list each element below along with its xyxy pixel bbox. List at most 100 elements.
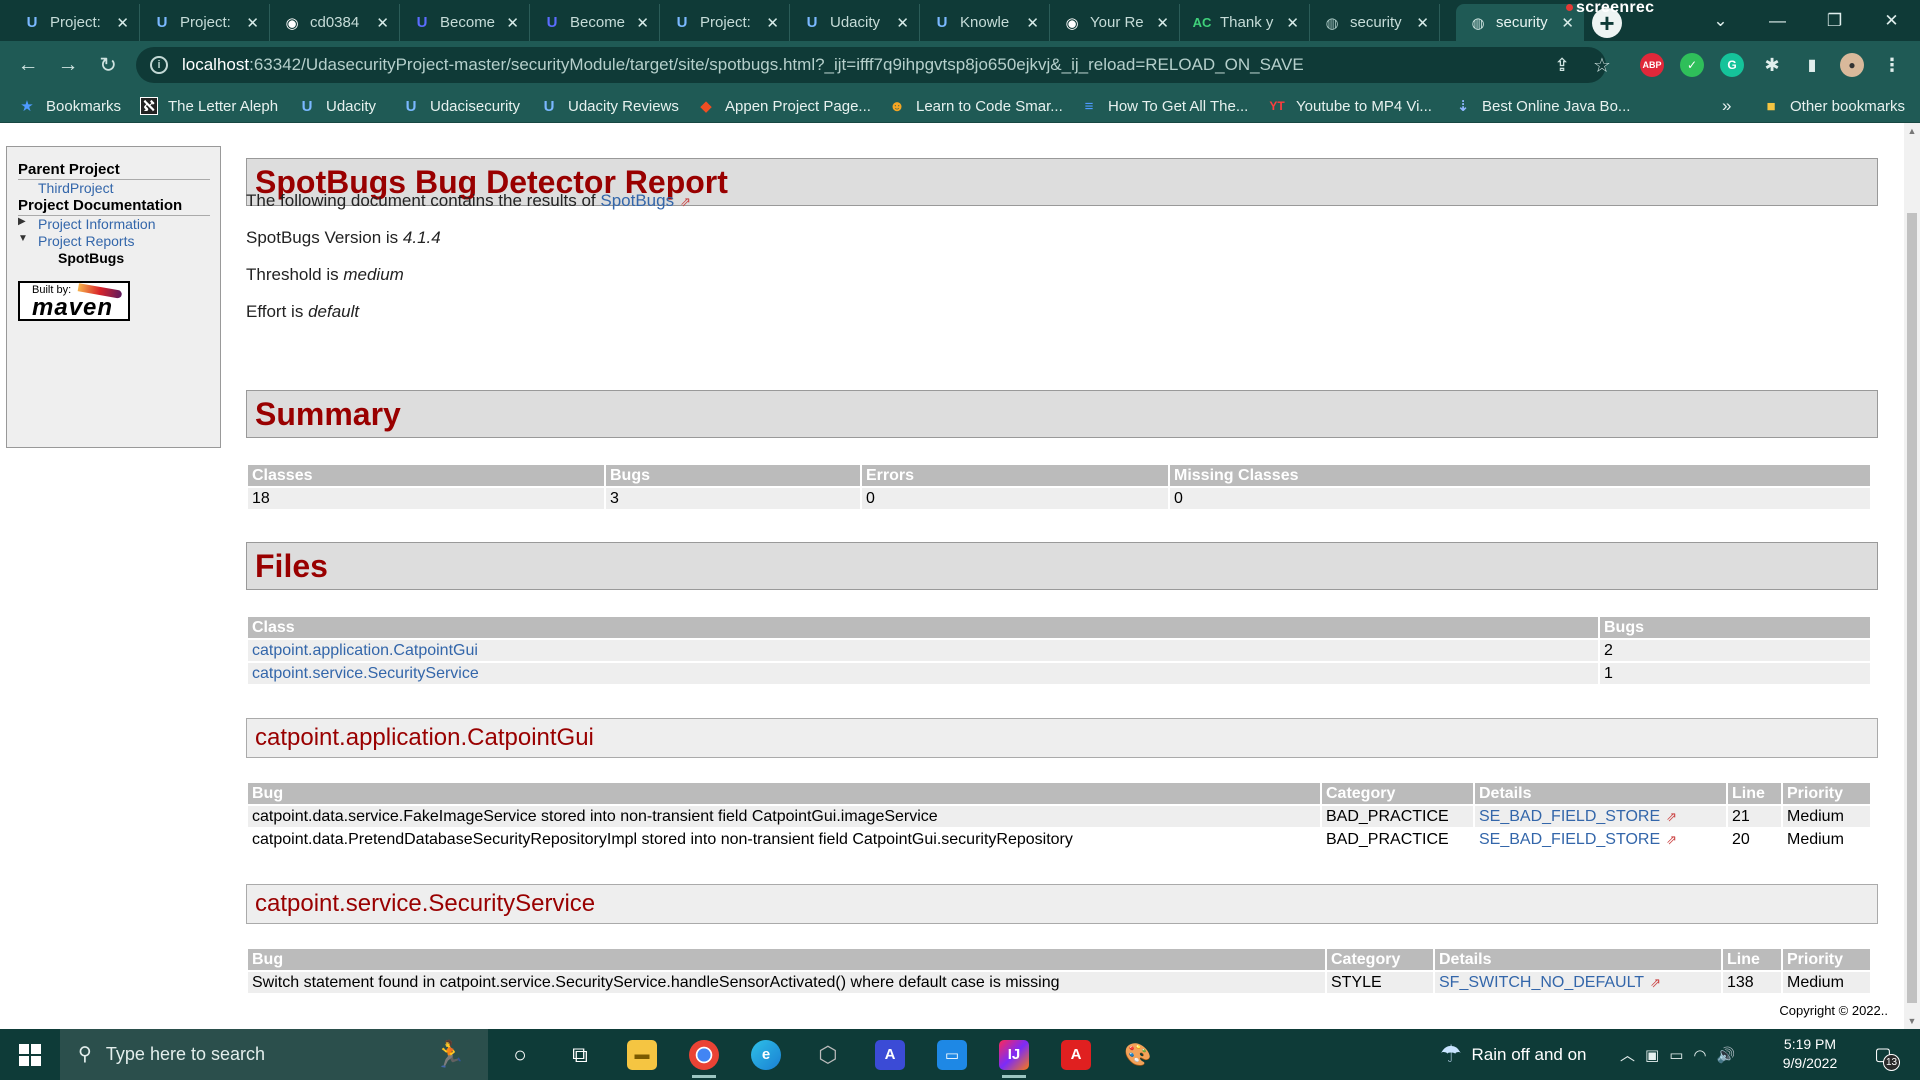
minimize-button[interactable]: — bbox=[1749, 0, 1806, 41]
task-view-icon[interactable]: ⧉ bbox=[550, 1029, 610, 1080]
built-by-maven-logo[interactable]: Built by: maven bbox=[18, 281, 130, 321]
close-tab-icon[interactable]: ✕ bbox=[1286, 14, 1299, 32]
close-tab-icon[interactable]: ✕ bbox=[1416, 14, 1429, 32]
intellij-icon[interactable]: IJ bbox=[984, 1029, 1044, 1080]
battery-icon[interactable]: ▭ bbox=[1669, 1046, 1683, 1064]
reload-icon[interactable]: ↻ bbox=[90, 47, 126, 83]
address-bar[interactable]: i localhost:63342/UdasecurityProject-mas… bbox=[136, 47, 1606, 83]
bookmark-item[interactable]: U Udacisecurity bbox=[402, 95, 520, 117]
close-tab-icon[interactable]: ✕ bbox=[766, 14, 779, 32]
bookmark-item[interactable]: ≡ How To Get All The... bbox=[1080, 95, 1249, 117]
browser-menu-icon[interactable]: ⋮ bbox=[1880, 53, 1904, 77]
cortana-icon[interactable]: ○ bbox=[490, 1029, 550, 1080]
close-tab-icon[interactable]: ✕ bbox=[376, 14, 389, 32]
extensions-puzzle-icon[interactable]: ✱ bbox=[1760, 53, 1784, 77]
files-table: Class Bugs catpoint.application.Catpoint… bbox=[246, 615, 1872, 686]
browser-tab[interactable]: U Become ✕ bbox=[530, 4, 660, 41]
side-panel-icon[interactable]: ▮ bbox=[1800, 53, 1824, 77]
browser-tab[interactable]: U Become ✕ bbox=[400, 4, 530, 41]
expand-triangle-icon[interactable]: ▶ bbox=[18, 216, 26, 227]
browser-tab[interactable]: AC Thank y ✕ bbox=[1180, 4, 1310, 41]
bookmark-item[interactable]: ⇣ Best Online Java Bo... bbox=[1454, 95, 1631, 117]
edge-icon[interactable]: e bbox=[736, 1029, 796, 1080]
bookmark-item[interactable]: ★ Bookmarks bbox=[18, 95, 121, 117]
close-tab-icon[interactable]: ✕ bbox=[1026, 14, 1039, 32]
nav-link-project-information[interactable]: Project Information bbox=[18, 216, 210, 233]
start-button[interactable] bbox=[0, 1029, 60, 1080]
site-info-icon[interactable]: i bbox=[150, 56, 168, 74]
browser-tab[interactable]: U Project: ✕ bbox=[140, 4, 270, 41]
bookmark-item[interactable]: ◆ Appen Project Page... bbox=[697, 95, 871, 117]
grammarly-icon[interactable]: G bbox=[1720, 53, 1744, 77]
browser-tab[interactable]: U Project: ✕ bbox=[10, 4, 140, 41]
app-ai-icon[interactable]: A bbox=[860, 1029, 920, 1080]
close-window-button[interactable]: ✕ bbox=[1863, 0, 1920, 41]
browser-tab-active[interactable]: ◍ security ✕ bbox=[1456, 4, 1584, 41]
bookmark-star-icon[interactable]: ☆ bbox=[1590, 53, 1614, 77]
close-tab-icon[interactable]: ✕ bbox=[506, 14, 519, 32]
bookmark-item[interactable]: ☻ Learn to Code Smar... bbox=[888, 95, 1063, 117]
app-hexagon-icon[interactable]: ⬡ bbox=[798, 1029, 858, 1080]
scroll-up-arrow-icon[interactable]: ▲ bbox=[1904, 123, 1920, 139]
weather-widget[interactable]: ☂ Rain off and on bbox=[1440, 1029, 1587, 1080]
spotbugs-link[interactable]: SpotBugs bbox=[600, 191, 674, 210]
wifi-icon[interactable]: ◠ bbox=[1693, 1046, 1706, 1064]
forward-arrow-icon[interactable]: → bbox=[50, 47, 86, 83]
volume-icon[interactable]: 🔊 bbox=[1716, 1046, 1735, 1064]
external-link-icon: ⇗ bbox=[680, 194, 692, 209]
table-cell: BAD_PRACTICE bbox=[1322, 806, 1473, 827]
restore-button[interactable]: ❐ bbox=[1806, 0, 1863, 41]
shield-extension-icon[interactable]: ✓ bbox=[1680, 53, 1704, 77]
close-tab-icon[interactable]: ✕ bbox=[116, 14, 129, 32]
notification-center-button[interactable]: ▢ 13 bbox=[1868, 1039, 1900, 1071]
share-icon[interactable]: ⇪ bbox=[1550, 53, 1574, 77]
tab-search-chevron-icon[interactable]: ⌄ bbox=[1692, 0, 1749, 41]
scroll-down-arrow-icon[interactable]: ▼ bbox=[1904, 1013, 1920, 1029]
profile-avatar[interactable]: ● bbox=[1840, 53, 1864, 77]
bug-detail-link[interactable]: SF_SWITCH_NO_DEFAULT bbox=[1439, 974, 1644, 991]
adblock-plus-icon[interactable]: ABP bbox=[1640, 53, 1664, 77]
close-tab-icon[interactable]: ✕ bbox=[246, 14, 259, 32]
bookmark-item[interactable]: U Udacity Reviews bbox=[540, 95, 679, 117]
other-bookmarks-folder[interactable]: ■ Other bookmarks bbox=[1762, 95, 1905, 117]
column-header: Bug bbox=[248, 783, 1320, 804]
nav-link-parent-project[interactable]: ThirdProject bbox=[18, 180, 210, 197]
browser-tab[interactable]: ◉ cd0384 ✕ bbox=[270, 4, 400, 41]
taskbar-clock[interactable]: 5:19 PM 9/9/2022 bbox=[1760, 1035, 1860, 1073]
close-tab-icon[interactable]: ✕ bbox=[896, 14, 909, 32]
close-tab-icon[interactable]: ✕ bbox=[636, 14, 649, 32]
class-link-catpointgui[interactable]: catpoint.application.CatpointGui bbox=[252, 642, 478, 659]
scrollbar-thumb[interactable] bbox=[1907, 213, 1917, 1003]
browser-tab[interactable]: ◍ security ✕ bbox=[1310, 4, 1440, 41]
browser-tab[interactable]: U Knowle ✕ bbox=[920, 4, 1050, 41]
bug-detail-link[interactable]: SE_BAD_FIELD_STORE bbox=[1479, 831, 1660, 848]
app-display-icon[interactable]: ▭ bbox=[922, 1029, 982, 1080]
close-tab-icon[interactable]: ✕ bbox=[1561, 14, 1574, 32]
bookmark-item[interactable]: ℵ The Letter Aleph bbox=[140, 95, 278, 117]
collapse-triangle-icon[interactable]: ▼ bbox=[18, 233, 28, 244]
nav-link-project-reports[interactable]: Project Reports bbox=[18, 233, 210, 250]
table-row: catpoint.data.PretendDatabaseSecurityRep… bbox=[248, 829, 1870, 850]
globe-icon: ◍ bbox=[1471, 14, 1485, 32]
class-link-securityservice[interactable]: catpoint.service.SecurityService bbox=[252, 665, 479, 682]
close-tab-icon[interactable]: ✕ bbox=[1156, 14, 1169, 32]
browser-tab[interactable]: U Udacity ✕ bbox=[790, 4, 920, 41]
column-header: Priority bbox=[1783, 949, 1870, 970]
back-arrow-icon[interactable]: ← bbox=[10, 47, 46, 83]
nav-item-project-reports: ▼ Project Reports bbox=[18, 233, 210, 250]
chrome-icon[interactable] bbox=[674, 1029, 734, 1080]
meet-now-icon[interactable]: ▣ bbox=[1645, 1046, 1659, 1064]
file-explorer-icon[interactable]: ▬ bbox=[612, 1029, 672, 1080]
bookmark-item[interactable]: YT Youtube to MP4 Vi... bbox=[1268, 95, 1432, 117]
browser-tab[interactable]: U Project: ✕ bbox=[660, 4, 790, 41]
more-bookmarks-button[interactable]: » bbox=[1722, 95, 1731, 117]
bookmark-item[interactable]: U Udacity bbox=[298, 95, 376, 117]
bug-detail-link[interactable]: SE_BAD_FIELD_STORE bbox=[1479, 808, 1660, 825]
paint-icon[interactable]: 🎨 bbox=[1108, 1029, 1168, 1080]
acrobat-icon[interactable]: A bbox=[1046, 1029, 1106, 1080]
chevron-up-icon[interactable]: ︿ bbox=[1620, 1044, 1635, 1065]
column-header: Details bbox=[1475, 783, 1726, 804]
browser-tab[interactable]: ◉ Your Re ✕ bbox=[1050, 4, 1180, 41]
taskbar-search-box[interactable]: ⚲ Type here to search 🏃 bbox=[60, 1029, 488, 1080]
page-scrollbar[interactable]: ▲ ▼ bbox=[1904, 123, 1920, 1029]
